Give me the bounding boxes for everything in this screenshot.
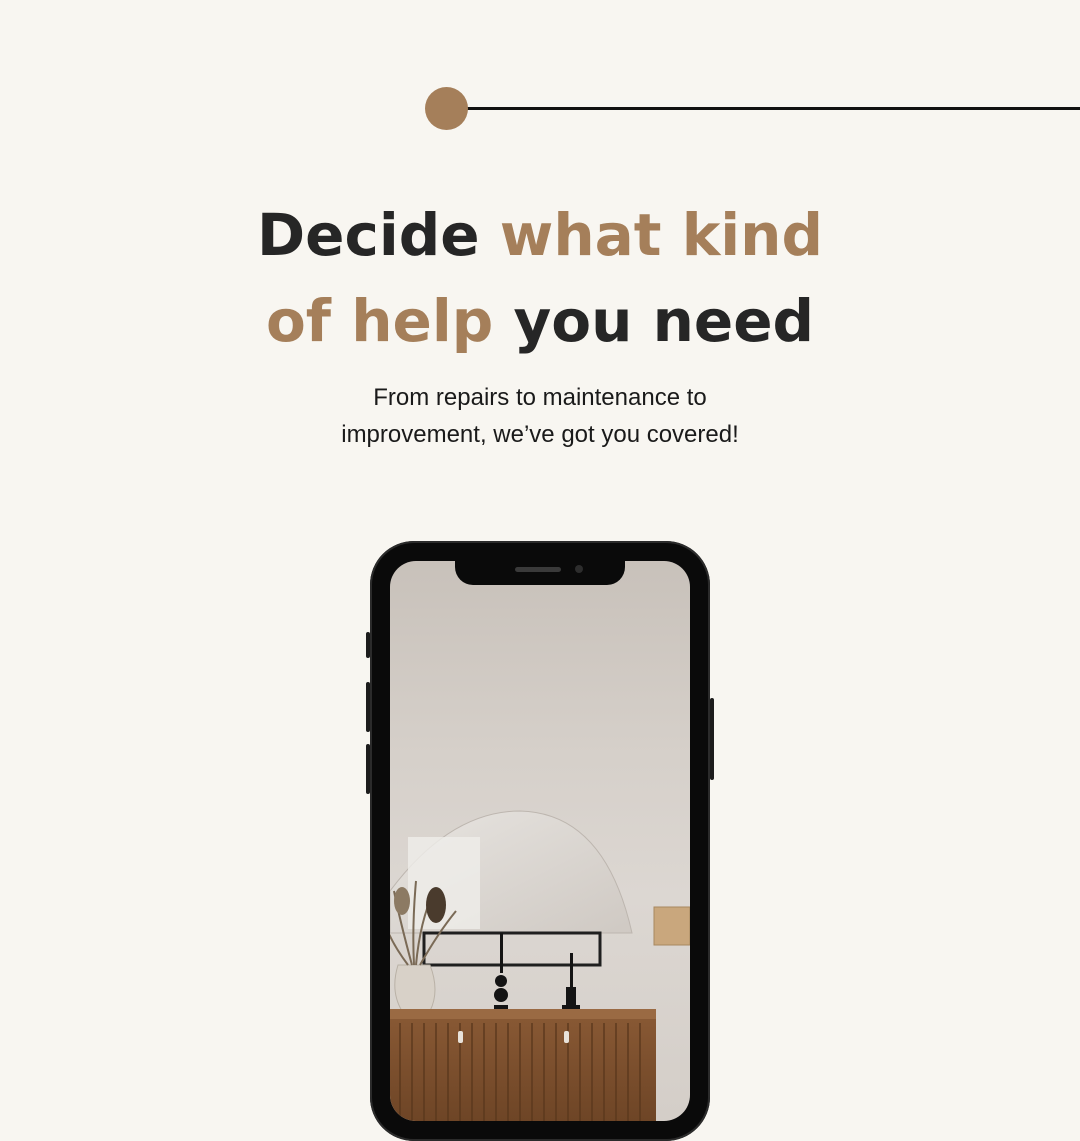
candle-holder-2 (562, 953, 580, 1009)
phone-camera (575, 565, 583, 573)
subtext-line-2: improvement, we’ve got you covered! (341, 421, 739, 448)
rattan-lamp-shade (653, 906, 690, 946)
black-frame (422, 931, 602, 967)
headline-part-2: you need (493, 287, 815, 355)
headline: Decide what kind of help you need (0, 192, 1080, 364)
headline-accent-1: what kind (499, 201, 823, 269)
phone-speaker (515, 567, 561, 572)
phone-notch (455, 561, 625, 585)
subtext: From repairs to maintenance to improveme… (0, 379, 1080, 453)
headline-accent-2: of help (265, 287, 494, 355)
timeline-line (455, 107, 1080, 110)
vase (394, 964, 436, 1012)
subtext-line-1: From repairs to maintenance to (373, 384, 707, 411)
phone-mockup (370, 541, 710, 1141)
timeline-dot (425, 87, 468, 130)
interior-room-photo (390, 810, 690, 1121)
phone-power-button (710, 698, 714, 780)
sideboard-knob-right (564, 1031, 569, 1043)
sideboard-knob-left (458, 1031, 463, 1043)
phone-screen (390, 561, 690, 1121)
headline-part-1: Decide (257, 201, 500, 269)
candle-holder-1 (494, 933, 508, 1009)
